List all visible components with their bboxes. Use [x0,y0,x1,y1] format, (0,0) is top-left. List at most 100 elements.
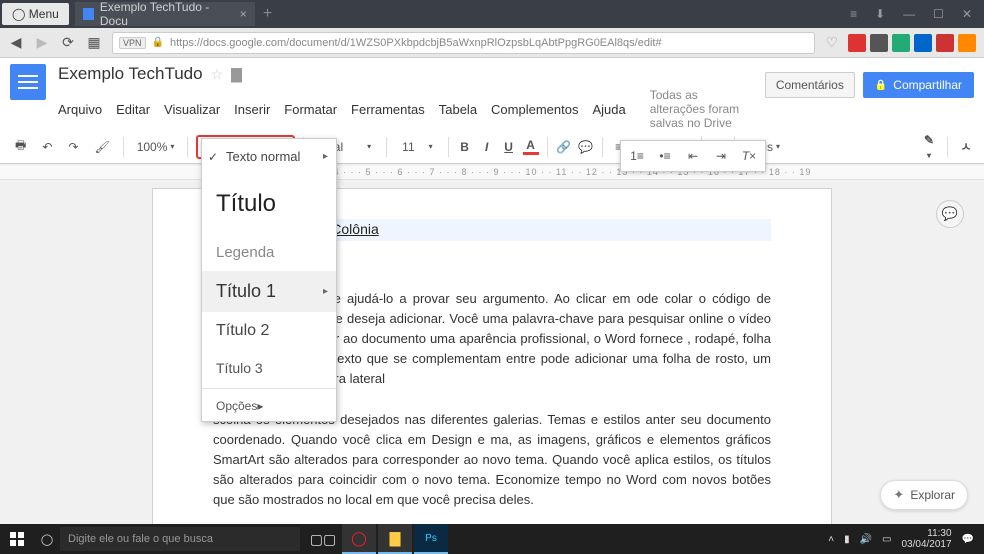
vpn-badge: VPN [119,37,146,49]
style-options[interactable]: Opções▸ [202,391,336,421]
browser-tab[interactable]: Exemplo TechTudo - Docu × [75,2,255,26]
menu-arquivo[interactable]: Arquivo [58,102,102,117]
menu-divider [202,388,336,389]
underline-icon[interactable]: U [501,140,517,154]
menu-formatar[interactable]: Formatar [284,102,337,117]
taskbar-search[interactable]: Digite ele ou fale o que busca [60,527,300,551]
task-view-icon[interactable]: ▢▢ [306,524,340,554]
tray-network-icon[interactable]: ▮ [844,534,850,545]
decrease-indent-icon[interactable]: ⇤ [681,145,705,167]
ext-icon-3[interactable] [892,34,910,52]
menu-inserir[interactable]: Inserir [234,102,270,117]
folder-icon[interactable]: ▇ [231,66,242,83]
style-option-titulo[interactable]: Título [202,174,336,234]
download-icon[interactable]: ⬇ [875,7,885,21]
explore-icon: ✦ [893,487,904,503]
tray-volume-icon[interactable]: 🔊 [860,534,872,545]
taskbar-app-photoshop[interactable]: Ps [414,524,448,554]
redo-icon[interactable]: ↷ [63,136,83,158]
reload-icon[interactable]: ⟳ [60,34,76,51]
toolbar: 🖶 ↶ ↷ 🖌 100% ▾ Texto normal▾ Arial ▾ 11 … [0,130,984,164]
floating-list-toolbar: 1≡ •≡ ⇤ ⇥ T× [620,140,766,172]
undo-icon[interactable]: ↶ [37,136,57,158]
numbered-list-icon[interactable]: 1≡ [625,145,649,167]
tray-language-icon[interactable]: ▭ [882,534,891,545]
document-title[interactable]: Exemplo TechTudo [58,64,203,84]
hide-menus-icon[interactable]: ㅅ [958,138,974,155]
text-color-icon[interactable]: A [523,138,539,155]
new-tab-button[interactable]: + [255,5,280,23]
add-comment-bubble[interactable]: 💬 [936,200,964,228]
minimize-icon[interactable]: — [903,7,915,21]
bookmark-icon[interactable]: ♡ [825,34,838,51]
ext-icon-4[interactable] [914,34,932,52]
window-controls: ≡ ⬇ — ☐ ✕ [850,7,984,21]
style-option-legenda[interactable]: Legenda [202,234,336,271]
document-area: -colonial e o Brasil Colônia onial manei… [0,180,984,548]
menu-visualizar[interactable]: Visualizar [164,102,220,117]
tab-title: Exemplo TechTudo - Docu [100,0,230,28]
search-placeholder: Digite ele ou fale o que busca [68,533,213,545]
comment-bubble-icon: 💬 [942,206,958,222]
url-bar[interactable]: VPN 🔒 https://docs.google.com/document/d… [112,32,815,54]
menu-editar[interactable]: Editar [116,102,150,117]
font-size-dropdown[interactable]: 11 ▾ [395,136,439,158]
close-window-icon[interactable]: ✕ [962,7,972,21]
history-icon[interactable]: ≡ [850,7,857,21]
opera-icon: ◯ [12,7,25,21]
menu-ferramentas[interactable]: Ferramentas [351,102,425,117]
paint-format-icon[interactable]: 🖌 [89,136,114,158]
share-button[interactable]: Compartilhar [863,72,974,98]
system-tray: ˄ ▮ 🔊 ▭ 11:30 03/04/2017 💬 [828,528,984,550]
explore-button[interactable]: ✦ Explorar [880,480,968,510]
comments-button[interactable]: Comentários [765,72,855,98]
star-icon[interactable]: ☆ [211,66,224,83]
increase-indent-icon[interactable]: ⇥ [709,145,733,167]
tab-close-icon[interactable]: × [240,7,247,21]
speed-dial-icon[interactable]: ▦ [86,34,102,51]
extension-icons [848,34,976,52]
ruler[interactable]: · · · 1 · · · 2 · · · 3 · · · 4 · · · 5 … [0,164,984,180]
browser-titlebar: ◯ Menu Exemplo TechTudo - Docu × + ≡ ⬇ —… [0,0,984,28]
print-icon[interactable]: 🖶 [10,132,31,161]
browser-menu-button[interactable]: ◯ Menu [2,3,69,25]
start-button[interactable] [0,524,34,554]
bold-icon[interactable]: B [457,140,473,154]
zoom-dropdown[interactable]: 100% ▾ [132,136,180,158]
cortana-icon[interactable]: ◯ [34,533,60,546]
docs-logo-icon[interactable] [10,64,46,100]
forward-icon[interactable]: ▶ [34,34,50,51]
style-option-titulo1[interactable]: Título 1▸ [202,271,336,312]
taskbar-app-opera[interactable]: ◯ [342,524,376,554]
back-icon[interactable]: ◀ [8,34,24,51]
notifications-icon[interactable]: 💬 [962,534,974,545]
windows-taskbar: ◯ Digite ele ou fale o que busca ▢▢ ◯ ▇ … [0,524,984,554]
style-option-titulo2[interactable]: Título 2 [202,312,336,350]
taskbar-app-explorer[interactable]: ▇ [378,524,412,554]
docs-favicon-icon [83,8,94,20]
insert-comment-icon[interactable]: 💬 [578,140,594,154]
menu-ajuda[interactable]: Ajuda [592,102,625,117]
menu-tabela[interactable]: Tabela [439,102,477,117]
bulleted-list-icon[interactable]: •≡ [653,145,677,167]
clear-formatting-icon[interactable]: T× [737,145,761,167]
insert-link-icon[interactable]: 🔗 [556,140,572,154]
browser-navbar: ◀ ▶ ⟳ ▦ VPN 🔒 https://docs.google.com/do… [0,28,984,58]
style-option-normal[interactable]: Texto normal▸ [202,139,336,174]
italic-icon[interactable]: I [479,140,495,154]
taskbar-clock[interactable]: 11:30 03/04/2017 [901,528,951,550]
styles-dropdown-menu: Texto normal▸ Título Legenda Título 1▸ T… [201,138,337,422]
ext-icon-1[interactable] [848,34,866,52]
document-paragraph-2[interactable]: scolha os elementos desejados nas difere… [213,410,771,511]
docs-header: Exemplo TechTudo ☆ ▇ Arquivo Editar Visu… [0,58,984,130]
ext-icon-2[interactable] [870,34,888,52]
style-option-titulo3[interactable]: Título 3 [202,350,336,386]
ext-icon-6[interactable] [958,34,976,52]
menu-complementos[interactable]: Complementos [491,102,578,117]
ext-icon-5[interactable] [936,34,954,52]
save-status: Todas as alterações foram salvas no Driv… [650,88,753,130]
lock-icon: 🔒 [152,37,164,48]
tray-chevron-icon[interactable]: ˄ [828,534,834,545]
editing-mode-icon[interactable]: ✎ ▾ [921,133,937,161]
maximize-icon[interactable]: ☐ [933,7,944,21]
